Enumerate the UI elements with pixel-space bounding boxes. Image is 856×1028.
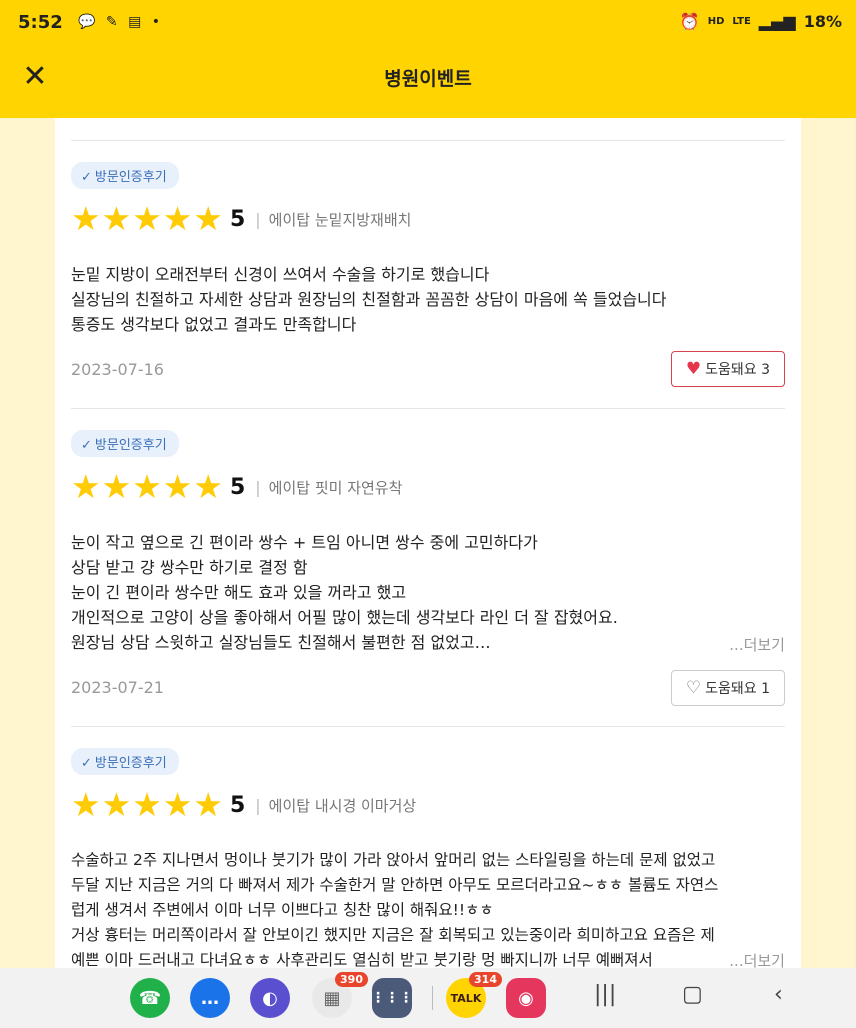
review-text: 눈밑 지방이 오래전부터 신경이 쓰여서 수술을 하기로 했습니다 실장님의 친…: [71, 265, 667, 334]
review-text: 수술하고 2주 지나면서 멍이나 붓기가 많이 가라 앉아서 앞머리 없는 스타…: [71, 851, 719, 968]
back-icon[interactable]: ‹: [774, 982, 783, 1007]
rating-score: 5: [229, 206, 246, 232]
internet-app-icon[interactable]: ◐: [250, 978, 290, 1018]
system-status: ⏰ HD LTE ▂▄▆ 18%: [680, 12, 842, 31]
star-icon: ★: [193, 785, 223, 824]
review-date: 2023-07-21: [71, 678, 164, 697]
procedure-name: 에이탑 내시경 이마거상: [268, 796, 417, 815]
notification-icons: 💬 ✎ ▤ •: [78, 14, 166, 30]
more-link[interactable]: ...더보기: [725, 950, 785, 968]
battery-level: 18%: [803, 12, 842, 31]
verified-visit-badge: ✓ 방문인증후기: [71, 430, 179, 457]
check-icon: ✓: [81, 438, 92, 453]
procedure-name: 에이탑 눈밑지방재배치: [268, 210, 412, 229]
review-list[interactable]: ✓ 방문인증후기 ★ ★ ★ ★ ★ 5 | 에이탑 눈밑지방재배치 눈밑 지방이 오래전…: [55, 118, 801, 968]
rating-score: 5: [229, 474, 246, 500]
navigation-bar: ☎ … ◐ ▦ 390 ⋮⋮⋮ TALK 314 ◉ ||| ▢ ‹: [0, 968, 856, 1028]
star-icon: ★: [193, 199, 223, 238]
star-icon: ★: [162, 199, 193, 238]
kakaotalk-app-icon[interactable]: TALK 314: [446, 972, 502, 1018]
helpful-button[interactable]: ♥ 도움돼요 3: [670, 351, 785, 387]
camera-app-icon[interactable]: ◉: [506, 978, 546, 1018]
star-icon: ★: [71, 785, 101, 824]
check-icon: ✓: [81, 756, 92, 771]
divider: [71, 408, 785, 409]
grid-icon: ▤: [128, 14, 142, 30]
more-link[interactable]: ...더보기: [729, 634, 785, 655]
review-date: 2023-07-16: [71, 360, 164, 379]
talk-icon: 💬: [78, 14, 96, 30]
background-left: [0, 118, 55, 968]
star-icon: ★: [71, 199, 101, 238]
app-header: ✕ 병원이벤트: [0, 50, 856, 118]
review-text: 눈이 작고 옆으로 긴 편이라 쌍수 + 트임 아니면 쌍수 중에 고민하다가 …: [71, 533, 618, 652]
star-icon: ★: [101, 199, 132, 238]
status-bar: 5:52 💬 ✎ ▤ • ⏰ HD LTE ▂▄▆ 18%: [0, 0, 856, 50]
rating-row: ★ ★ ★ ★ ★ 5 | 에이탑 눈밑지방재배치: [71, 199, 412, 238]
verified-visit-badge: ✓ 방문인증후기: [71, 748, 179, 775]
divider: [71, 726, 785, 727]
procedure-name: 에이탑 핏미 자연유착: [268, 478, 403, 497]
recent-apps-icon[interactable]: |||: [594, 982, 616, 1007]
pen-icon: ✎: [105, 14, 118, 30]
notification-count-badge: 314: [469, 972, 502, 987]
helpful-button[interactable]: ♡ 도움돼요 1: [670, 670, 785, 706]
review-card: ✓ 방문인증후기 ★ ★ ★ ★ ★ 5 | 에이탑 핏미 자연유착 눈이 작고 옆으로 …: [71, 430, 785, 727]
star-icon: ★: [132, 785, 162, 824]
rating-score: 5: [229, 792, 246, 818]
star-icon: ★: [101, 785, 132, 824]
phone-app-icon[interactable]: ☎: [130, 978, 170, 1018]
divider: [432, 986, 433, 1010]
rating-row: ★ ★ ★ ★ ★ 5 | 에이탑 핏미 자연유착: [71, 467, 403, 506]
review-card: ✓ 방문인증후기 ★ ★ ★ ★ ★ 5 | 에이탑 내시경 이마거상 수술하고 2주 지…: [71, 748, 785, 968]
star-icon: ★: [162, 467, 193, 506]
star-icon: ★: [132, 199, 162, 238]
signal-icon: ▂▄▆: [758, 12, 796, 31]
star-icon: ★: [162, 785, 193, 824]
clock: 5:52: [18, 12, 63, 33]
check-icon: ✓: [81, 170, 92, 185]
rating-row: ★ ★ ★ ★ ★ 5 | 에이탑 내시경 이마거상: [71, 785, 417, 824]
heart-icon: ♥: [685, 359, 702, 379]
network-type: HD: [707, 15, 725, 27]
star-icon: ★: [71, 467, 101, 506]
star-icon: ★: [193, 467, 223, 506]
dot-icon: •: [151, 14, 161, 30]
page-title: 병원이벤트: [384, 68, 472, 90]
background-right: [801, 118, 856, 968]
star-icon: ★: [132, 467, 162, 506]
divider: [71, 140, 785, 141]
messages-app-icon[interactable]: …: [190, 978, 230, 1018]
alarm-icon: ⏰: [679, 12, 700, 31]
heart-outline-icon: ♡: [685, 678, 702, 698]
network-sub: LTE: [732, 15, 751, 27]
notification-count-badge: 390: [335, 972, 368, 987]
review-card: ✓ 방문인증후기 ★ ★ ★ ★ ★ 5 | 에이탑 눈밑지방재배치 눈밑 지방이 오래전…: [71, 162, 785, 409]
star-icon: ★: [101, 467, 132, 506]
home-icon[interactable]: ▢: [682, 982, 703, 1007]
verified-visit-badge: ✓ 방문인증후기: [71, 162, 179, 189]
app-drawer-icon[interactable]: ⋮⋮⋮: [371, 978, 413, 1018]
apps-folder-icon[interactable]: ▦ 390: [312, 972, 368, 1018]
